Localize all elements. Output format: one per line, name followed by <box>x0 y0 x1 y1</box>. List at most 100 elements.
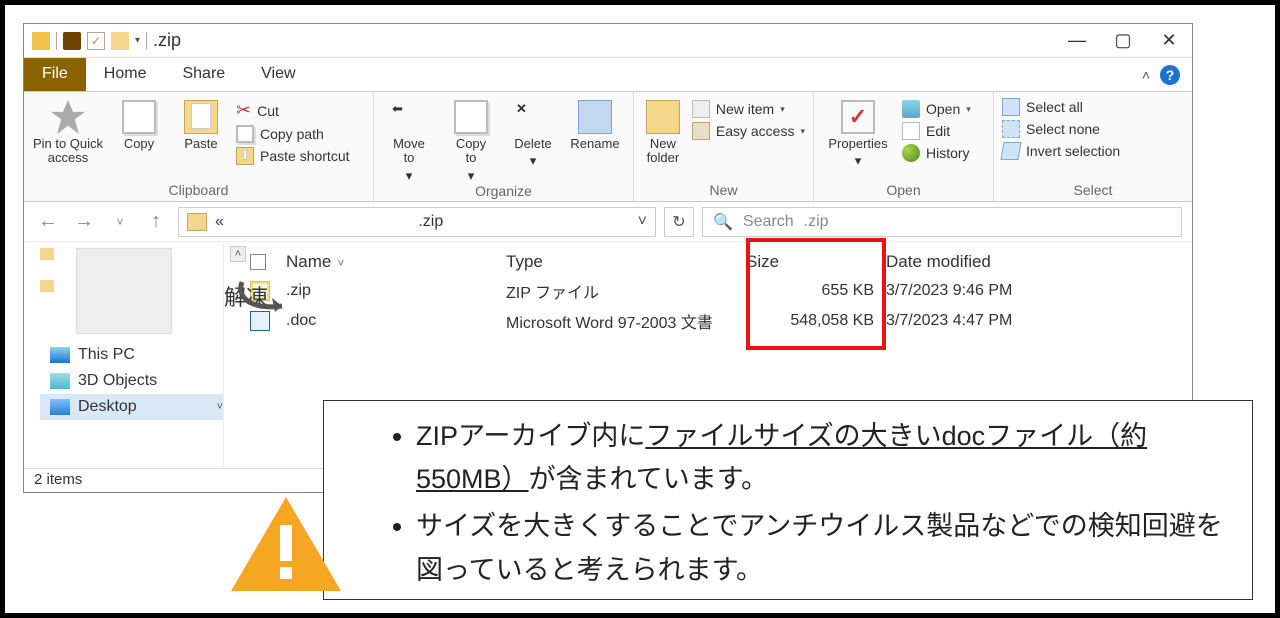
separator <box>56 32 57 50</box>
cut-button[interactable]: ✂Cut <box>236 100 350 121</box>
rename-icon <box>578 100 612 134</box>
sidebar-item-desktop[interactable]: Desktop˅ <box>40 394 223 420</box>
column-size[interactable]: Size <box>746 252 886 272</box>
paste-button[interactable]: Paste <box>174 96 228 151</box>
open-label: Open <box>926 101 960 117</box>
rename-button[interactable]: Rename <box>568 96 622 151</box>
forward-button[interactable]: → <box>70 208 98 236</box>
move-to-icon: ⬅ <box>392 100 426 134</box>
delete-icon: ✕ <box>516 100 550 134</box>
copy-button[interactable]: Copy <box>112 96 166 151</box>
nav-bar: ← → ˅ ↑ « .zip ˅ ↻ 🔍 Search .zip <box>24 202 1192 242</box>
select-none-button[interactable]: Select none <box>1002 120 1120 138</box>
new-folder-label: New folder <box>647 137 680 166</box>
column-name[interactable]: Name˅ <box>286 252 506 272</box>
sidebar-label: This PC <box>78 346 135 364</box>
quick-access-toolbar: ✓ ▾ <box>24 32 147 50</box>
desktop-icon <box>50 399 70 415</box>
column-type[interactable]: Type <box>506 252 746 272</box>
new-item-label: New item <box>716 101 774 117</box>
3d-objects-icon <box>50 373 70 389</box>
history-button[interactable]: History <box>902 144 971 162</box>
chevron-down-icon[interactable]: ˅ <box>217 401 223 413</box>
new-folder-button[interactable]: New folder <box>642 96 684 166</box>
pin-to-quick-access-button[interactable]: Pin to Quick access <box>32 96 104 166</box>
sidebar-item-thispc[interactable]: This PC <box>40 342 223 368</box>
select-group-label: Select <box>994 182 1192 201</box>
address-bar[interactable]: « .zip ˅ <box>178 207 656 237</box>
qat-icon[interactable] <box>63 32 81 50</box>
help-icon[interactable]: ? <box>1160 65 1180 85</box>
rename-label: Rename <box>570 137 619 151</box>
ribbon-tabs: File Home Share View ˄ ? <box>24 58 1192 92</box>
column-headers: Name˅ Type Size Date modified <box>224 248 1192 276</box>
copy-path-button[interactable]: Copy path <box>236 125 350 143</box>
search-scope: .zip <box>804 213 829 231</box>
select-all-label: Select all <box>1026 99 1083 115</box>
qat-dropdown-icon[interactable]: ▾ <box>135 35 140 46</box>
titlebar: ✓ ▾ .zip — ▢ ✕ <box>24 24 1192 58</box>
close-button[interactable]: ✕ <box>1146 24 1192 58</box>
select-all-checkbox[interactable] <box>250 254 266 270</box>
file-type: ZIP ファイル <box>506 279 746 303</box>
tab-view[interactable]: View <box>243 58 313 91</box>
tab-file[interactable]: File <box>24 58 86 91</box>
invert-selection-label: Invert selection <box>1026 143 1120 159</box>
scroll-up-icon[interactable]: ˄ <box>230 246 246 262</box>
move-to-button[interactable]: ⬅ Move to ▾ <box>382 96 436 183</box>
easy-access-button[interactable]: Easy access▾ <box>692 122 805 140</box>
invert-selection-button[interactable]: Invert selection <box>1002 142 1120 160</box>
paste-shortcut-label: Paste shortcut <box>260 148 350 164</box>
history-label: History <box>926 145 970 161</box>
tab-home[interactable]: Home <box>86 58 165 91</box>
copy-path-label: Copy path <box>260 126 324 142</box>
this-pc-icon <box>50 347 70 363</box>
file-row[interactable]: .docMicrosoft Word 97-2003 文書548,058 KB3… <box>224 306 1192 336</box>
file-row[interactable]: .zipZIP ファイル655 KB3/7/2023 9:46 PM <box>224 276 1192 306</box>
sort-indicator-icon: ˅ <box>337 256 344 270</box>
new-item-button[interactable]: New item▾ <box>692 100 805 118</box>
search-placeholder: Search <box>743 213 794 231</box>
back-button[interactable]: ← <box>34 208 62 236</box>
refresh-button[interactable]: ↻ <box>664 207 694 237</box>
callout-text: が含まれています。 <box>529 464 769 494</box>
copy-icon <box>122 100 156 134</box>
copy-label: Copy <box>124 137 154 151</box>
select-all-icon <box>1002 98 1020 116</box>
callout-text: サイズを大きくすることでアンチウイルス製品などでの検知回避を図っていると考えられ… <box>416 505 1242 591</box>
paste-shortcut-button[interactable]: Paste shortcut <box>236 147 350 165</box>
sidebar-item-3dobjects[interactable]: 3D Objects <box>40 368 223 394</box>
select-all-button[interactable]: Select all <box>1002 98 1120 116</box>
warning-icon <box>227 493 345 595</box>
minimize-button[interactable]: — <box>1054 24 1100 58</box>
open-group-label: Open <box>814 182 993 201</box>
properties-button[interactable]: ✓ Properties ▾ <box>822 96 894 169</box>
move-to-label: Move to <box>393 137 425 166</box>
up-button[interactable]: ↑ <box>142 208 170 236</box>
tab-share[interactable]: Share <box>164 58 243 91</box>
clipboard-group-label: Clipboard <box>24 182 373 201</box>
folder-icon[interactable] <box>111 32 129 50</box>
new-group-label: New <box>634 182 813 201</box>
column-date[interactable]: Date modified <box>886 252 1046 272</box>
properties-icon: ✓ <box>841 100 875 134</box>
nav-pane: This PC 3D Objects Desktop˅ <box>24 242 224 468</box>
delete-button[interactable]: ✕ Delete ▾ <box>506 96 560 169</box>
ribbon-body: Pin to Quick access Copy Paste ✂Cut Copy… <box>24 92 1192 202</box>
new-folder-icon <box>646 100 680 134</box>
copy-to-icon <box>454 100 488 134</box>
qat-properties-icon[interactable]: ✓ <box>87 32 105 50</box>
edit-label: Edit <box>926 123 950 139</box>
collapse-ribbon-icon[interactable]: ˄ <box>1142 67 1150 83</box>
folder-icon <box>32 32 50 50</box>
open-button[interactable]: Open▾ <box>902 100 971 118</box>
search-input[interactable]: 🔍 Search .zip <box>702 207 1182 237</box>
copy-to-button[interactable]: Copy to ▾ <box>444 96 498 183</box>
recent-locations-button[interactable]: ˅ <box>106 208 134 236</box>
edit-button[interactable]: Edit <box>902 122 971 140</box>
address-dropdown-icon[interactable]: ˅ <box>638 213 647 231</box>
easy-access-label: Easy access <box>716 123 795 139</box>
maximize-button[interactable]: ▢ <box>1100 24 1146 58</box>
annotation-callout: ZIPアーカイブ内にファイルサイズの大きいdocファイル（約550MB）が含まれ… <box>323 400 1253 600</box>
folder-icon <box>40 248 54 260</box>
